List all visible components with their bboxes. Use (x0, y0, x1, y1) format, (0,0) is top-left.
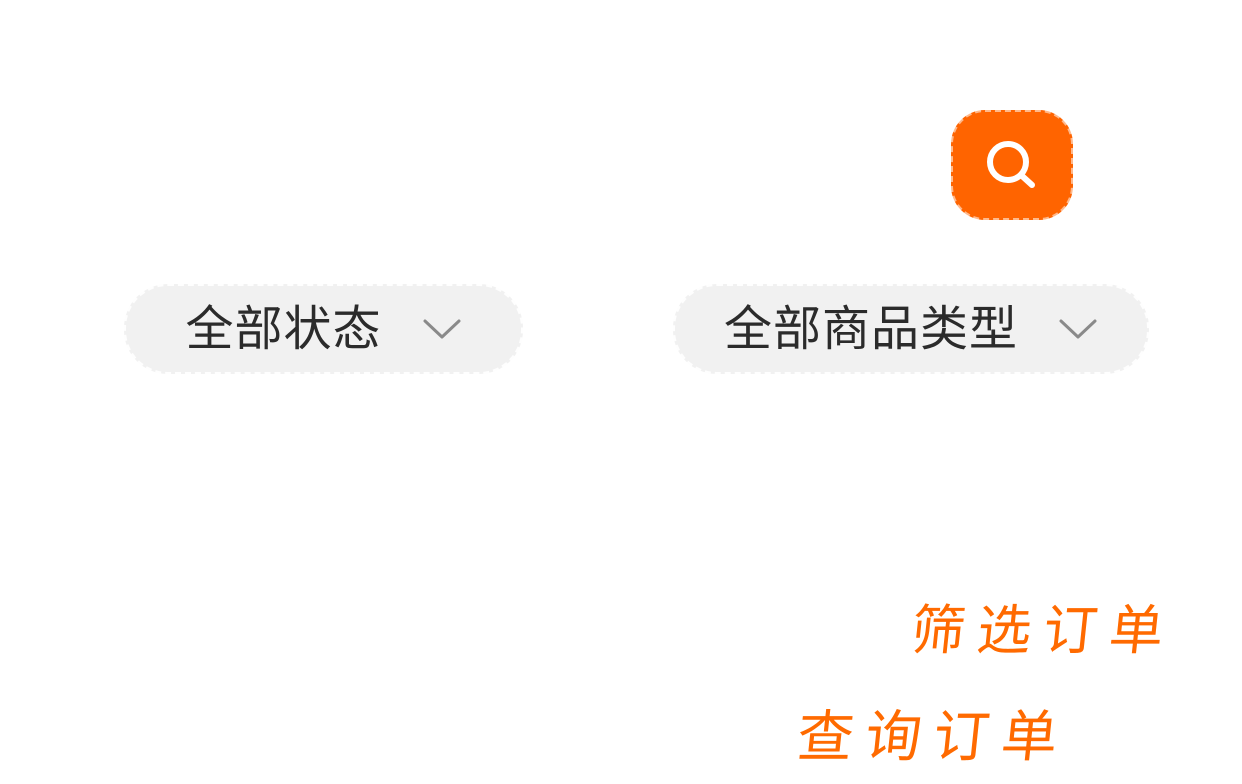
status-filter-label: 全部状态 (185, 301, 382, 357)
product-type-filter-label: 全部商品类型 (723, 301, 1018, 357)
status-filter-dropdown[interactable]: 全部状态 (124, 284, 523, 374)
chevron-down-icon (1058, 317, 1098, 341)
chevron-down-icon (422, 317, 462, 341)
filter-orders-annotation: 筛选订单 (908, 599, 1179, 662)
search-icon (982, 137, 1042, 193)
product-type-filter-dropdown[interactable]: 全部商品类型 (673, 284, 1149, 374)
query-orders-annotation: 查询订单 (794, 705, 1073, 770)
search-button[interactable] (951, 110, 1073, 220)
